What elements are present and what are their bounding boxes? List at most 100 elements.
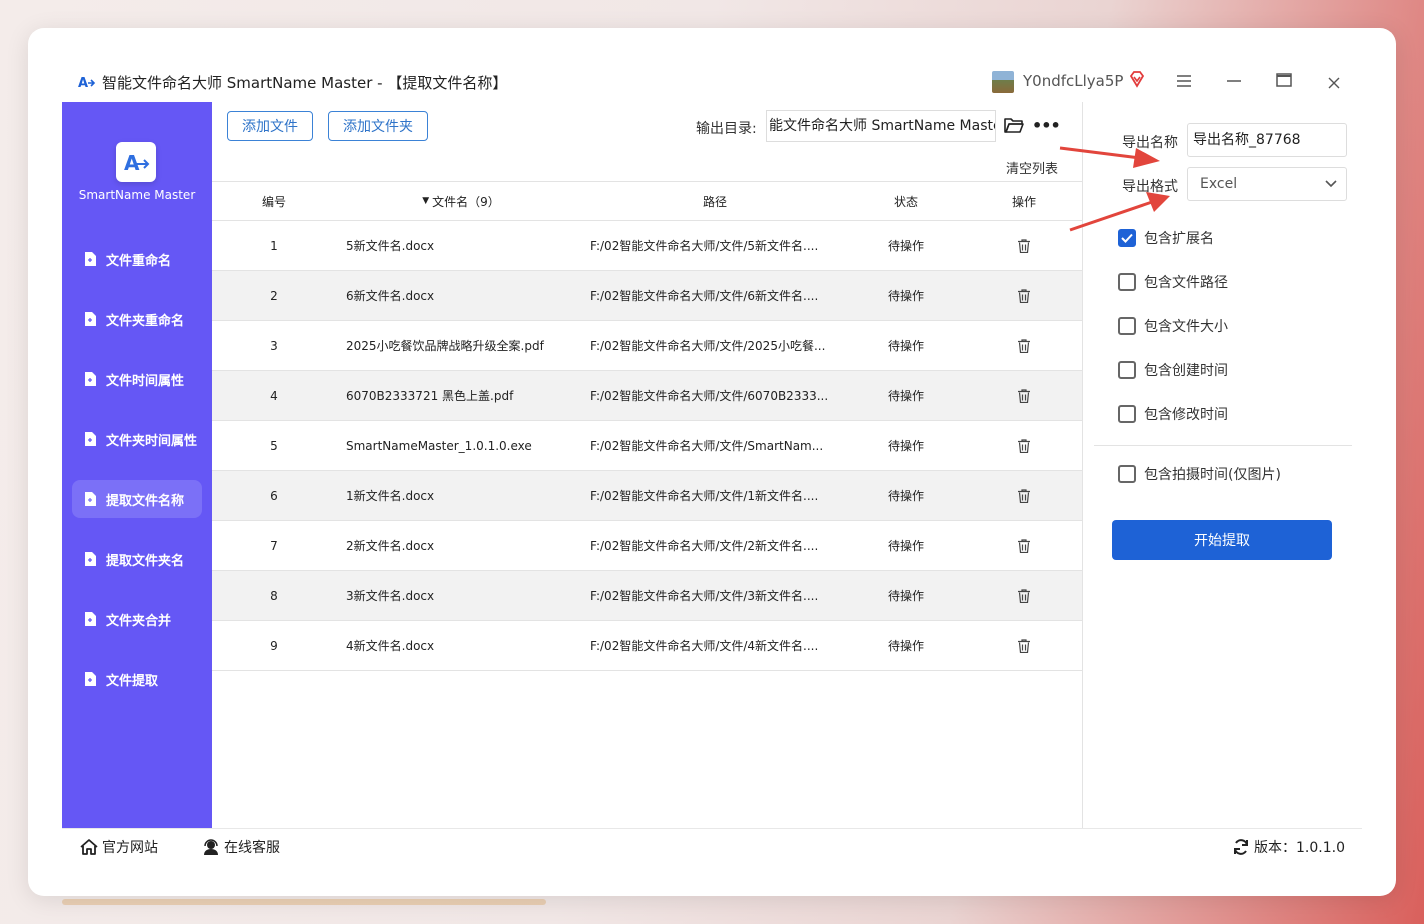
add-file-button[interactable]: 添加文件 [227, 111, 313, 141]
support-link[interactable]: 在线客服 [202, 829, 280, 865]
option-modified[interactable]: 包含修改时间 [1118, 404, 1228, 424]
export-format-select[interactable]: Excel [1187, 167, 1347, 201]
window-title: 智能文件命名大师 SmartName Master - 【提取文件名称】 [102, 74, 508, 92]
option-extension[interactable]: 包含扩展名 [1118, 228, 1214, 248]
option-label: 包含修改时间 [1144, 407, 1228, 423]
trash-icon[interactable] [1018, 588, 1030, 603]
checkbox[interactable] [1118, 465, 1136, 483]
row-filename: SmartNameMaster_1.0.1.0.exe [346, 438, 532, 453]
version-info[interactable]: 版本：1.0.1.0 [1232, 829, 1345, 865]
header-filename[interactable]: ▼ 文件名（9） [346, 182, 576, 220]
row-path: F:/02智能文件命名大师/文件/6070B2333... [590, 389, 829, 403]
user-avatar[interactable] [992, 71, 1014, 93]
row-status: 待操作 [887, 589, 924, 603]
sidebar-item-file-time[interactable]: 文件时间属性 [72, 360, 202, 398]
trash-icon[interactable] [1018, 638, 1030, 653]
row-op [982, 471, 1066, 520]
sidebar-item-file-rename[interactable]: 文件重命名 [72, 240, 202, 278]
sidebar-item-label: 提取文件夹名 [106, 553, 185, 569]
table-row[interactable]: 2 6新文件名.docx F:/02智能文件命名大师/文件/6新文件名.... … [212, 271, 1082, 321]
file-icon [85, 432, 96, 446]
sidebar-item-label: 文件夹时间属性 [106, 433, 198, 449]
output-dir-label: 输出目录: [696, 121, 757, 137]
sidebar-item-label: 文件夹合并 [106, 613, 172, 629]
settings-panel-inner [1091, 102, 1353, 794]
folder-open-icon[interactable] [1004, 117, 1024, 134]
output-dir-input[interactable]: 能文件命名大师 SmartName Master [766, 110, 996, 142]
row-op [982, 371, 1066, 420]
row-num: 4 [270, 388, 278, 403]
row-num: 5 [270, 438, 278, 453]
table-row[interactable]: 1 5新文件名.docx F:/02智能文件命名大师/文件/5新文件名.... … [212, 221, 1082, 271]
table-row[interactable]: 8 3新文件名.docx F:/02智能文件命名大师/文件/3新文件名.... … [212, 571, 1082, 621]
trash-icon[interactable] [1018, 538, 1030, 553]
chevron-down-icon[interactable] [1324, 176, 1338, 190]
more-options-icon[interactable]: ••• [1032, 116, 1061, 135]
sidebar-item-extract-filename[interactable]: 提取文件名称 [72, 480, 202, 518]
sidebar-item-label: 文件重命名 [106, 253, 172, 269]
user-name[interactable]: Y0ndfcLlya5P [1023, 72, 1123, 90]
row-filename: 6070B2333721 黑色上盖.pdf [346, 389, 514, 403]
row-path: F:/02智能文件命名大师/文件/2025小吃餐... [590, 339, 826, 353]
table-row[interactable]: 4 6070B2333721 黑色上盖.pdf F:/02智能文件命名大师/文件… [212, 371, 1082, 421]
row-status: 待操作 [887, 239, 924, 253]
checkbox-checked[interactable] [1118, 229, 1136, 247]
clear-list-button[interactable]: 清空列表 [1006, 158, 1058, 177]
table-row[interactable]: 3 2025小吃餐饮品牌战略升级全案.pdf F:/02智能文件命名大师/文件/… [212, 321, 1082, 371]
trash-icon[interactable] [1018, 488, 1030, 503]
sidebar-item-extract-foldername[interactable]: 提取文件夹名 [72, 540, 202, 578]
table-row[interactable]: 7 2新文件名.docx F:/02智能文件命名大师/文件/2新文件名.... … [212, 521, 1082, 571]
row-status: 待操作 [887, 339, 924, 353]
vip-diamond-icon[interactable] [1128, 70, 1146, 88]
row-num: 8 [270, 588, 278, 603]
option-created[interactable]: 包含创建时间 [1118, 360, 1228, 380]
maximize-icon[interactable] [1274, 72, 1294, 92]
sidebar-item-folder-merge[interactable]: 文件夹合并 [72, 600, 202, 638]
file-icon [85, 612, 96, 626]
trash-icon[interactable] [1018, 438, 1030, 453]
row-path: F:/02智能文件命名大师/文件/2新文件名.... [590, 539, 819, 553]
trash-icon[interactable] [1018, 288, 1030, 303]
check-icon [1121, 233, 1133, 243]
row-num: 6 [270, 488, 278, 503]
checkbox[interactable] [1118, 405, 1136, 423]
website-link[interactable]: 官方网站 [80, 829, 158, 865]
row-num: 2 [270, 288, 278, 303]
trash-icon[interactable] [1018, 388, 1030, 403]
row-status: 待操作 [887, 289, 924, 303]
option-label: 包含文件大小 [1144, 319, 1228, 335]
sidebar-item-folder-rename[interactable]: 文件夹重命名 [72, 300, 202, 338]
trash-icon[interactable] [1018, 238, 1030, 253]
close-icon[interactable] [1324, 72, 1344, 92]
row-filename: 2025小吃餐饮品牌战略升级全案.pdf [346, 339, 544, 353]
option-size[interactable]: 包含文件大小 [1118, 316, 1228, 336]
trash-icon[interactable] [1018, 338, 1030, 353]
row-path: F:/02智能文件命名大师/文件/3新文件名.... [590, 589, 819, 603]
menu-icon[interactable] [1174, 72, 1194, 92]
row-op [982, 521, 1066, 570]
checkbox[interactable] [1118, 361, 1136, 379]
checkbox[interactable] [1118, 273, 1136, 291]
app-window: A 智能文件命名大师 SmartName Master - 【提取文件名称】 Y… [28, 28, 1396, 896]
sidebar-item-file-extract[interactable]: 文件提取 [72, 660, 202, 698]
title-bar: A 智能文件命名大师 SmartName Master - 【提取文件名称】 Y… [28, 28, 1396, 102]
table-row[interactable]: 5 SmartNameMaster_1.0.1.0.exe F:/02智能文件命… [212, 421, 1082, 471]
header-path[interactable]: 路径 [590, 182, 840, 220]
app-logo: A [116, 142, 156, 182]
add-folder-button[interactable]: 添加文件夹 [328, 111, 428, 141]
file-icon [85, 312, 96, 326]
sidebar-item-folder-time[interactable]: 文件夹时间属性 [72, 420, 202, 458]
option-path[interactable]: 包含文件路径 [1118, 272, 1228, 292]
option-photo-time[interactable]: 包含拍摄时间(仅图片) [1118, 464, 1281, 484]
row-status: 待操作 [887, 489, 924, 503]
header-status[interactable]: 状态 [862, 182, 950, 220]
table-row[interactable]: 6 1新文件名.docx F:/02智能文件命名大师/文件/1新文件名.... … [212, 471, 1082, 521]
checkbox[interactable] [1118, 317, 1136, 335]
row-filename: 1新文件名.docx [346, 489, 435, 503]
header-num[interactable]: 编号 [212, 182, 336, 220]
table-row[interactable]: 9 4新文件名.docx F:/02智能文件命名大师/文件/4新文件名.... … [212, 621, 1082, 671]
start-extract-button[interactable]: 开始提取 [1112, 520, 1332, 560]
row-filename: 6新文件名.docx [346, 289, 435, 303]
minimize-icon[interactable] [1224, 72, 1244, 92]
export-name-input[interactable]: 导出名称_87768 [1187, 123, 1347, 157]
